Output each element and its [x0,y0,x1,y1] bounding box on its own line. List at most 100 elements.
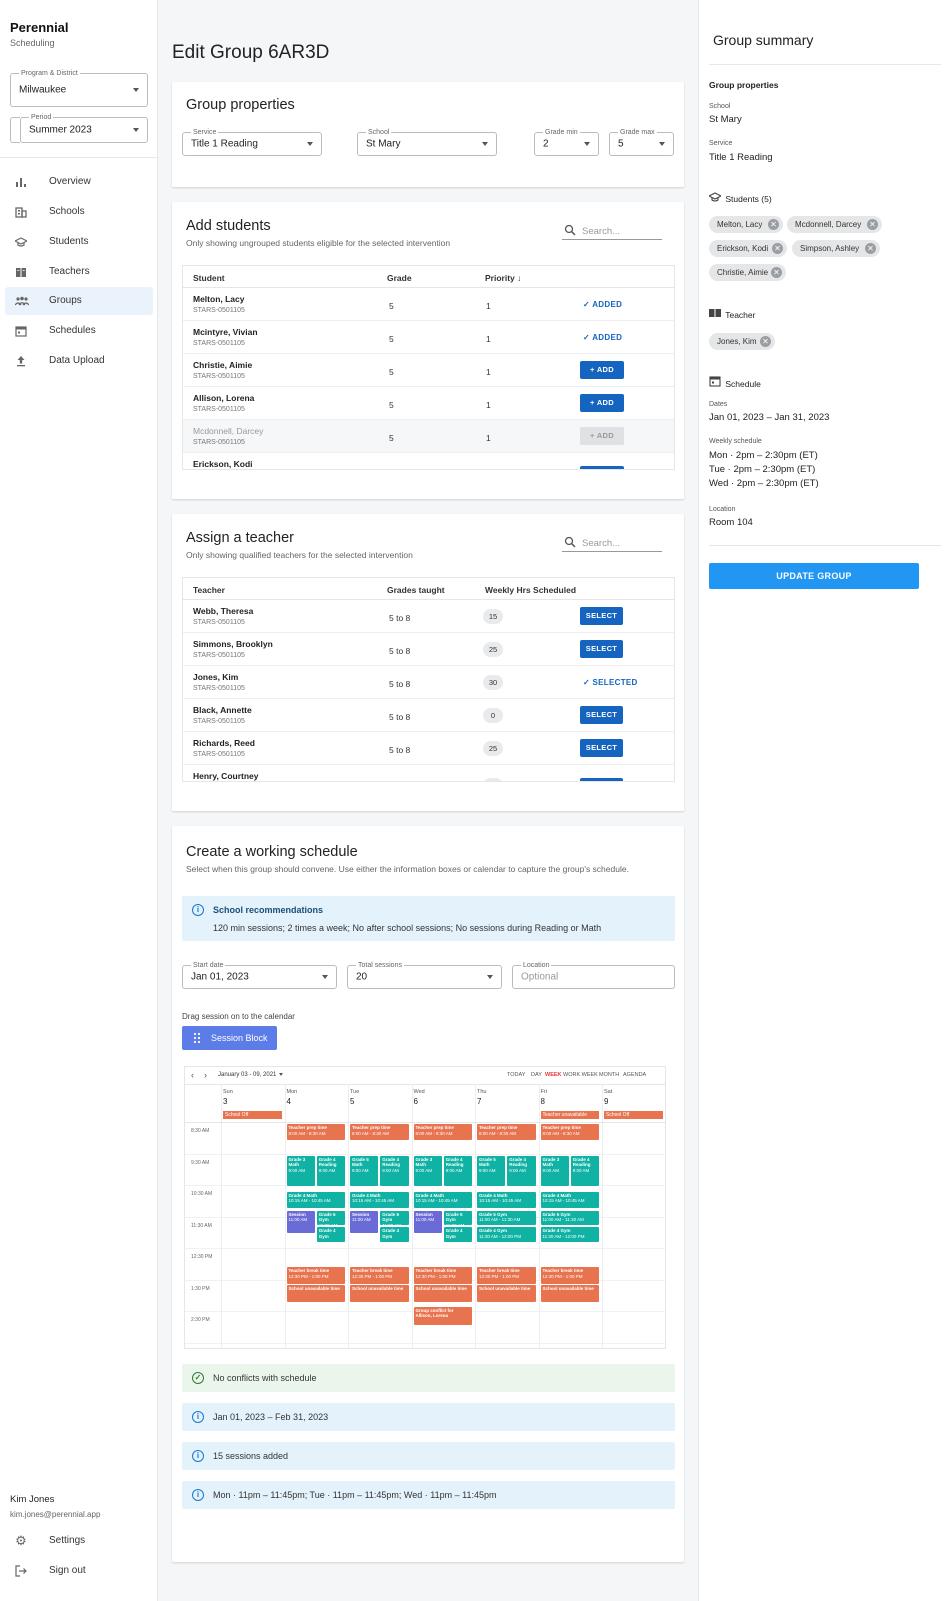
calendar-event[interactable]: Teacher prep time 8:00 AM - 8:30 AM [477,1124,536,1141]
calendar-event[interactable]: Grade 5 Gym 11:00 AM - 11:30 AM [540,1210,599,1226]
calendar-event[interactable]: Grade 5 Math 9:00 AM [477,1155,506,1186]
calendar-event[interactable]: Teacher prep time 8:00 AM - 8:30 AM [350,1124,409,1141]
calendar-event[interactable]: Grade 5 Gym 11:00 AM [380,1210,409,1226]
calendar-event[interactable]: Grade 4 Reading 9:00 AM [507,1155,536,1186]
all-day-event[interactable]: Teacher unavailable [540,1111,599,1119]
sidebar-item-teachers[interactable]: Teachers [5,258,153,286]
calendar-event[interactable]: Session 11:00 AM [350,1210,379,1234]
calendar-event[interactable]: Grade 4 Reading 9:00 AM [570,1155,599,1186]
day-number[interactable]: 7 [477,1097,481,1106]
column-header-priority[interactable]: Priority ↓ [485,273,521,283]
sidebar-item-students[interactable]: Students [5,228,153,256]
remove-chip-icon[interactable]: ✕ [867,219,878,230]
next-week-button[interactable]: › [204,1070,207,1080]
select-teacher-button[interactable]: SELECT [580,739,623,757]
add-student-button[interactable] [580,466,624,469]
view-week[interactable]: WEEK [545,1072,562,1078]
teacher-search-input[interactable]: Search... [562,534,662,552]
select-teacher-button[interactable] [580,778,623,781]
day-number[interactable]: 4 [287,1097,291,1106]
calendar-event[interactable]: School unavailable time [477,1285,536,1302]
calendar-event[interactable]: Teacher prep time 8:00 AM - 8:30 AM [413,1124,472,1141]
day-number[interactable]: 6 [414,1097,418,1106]
calendar-event[interactable]: School unavailable time [350,1285,409,1302]
sign-out-button[interactable]: Sign out [5,1557,153,1585]
program-district-select[interactable]: Program & District Milwaukee [10,69,148,107]
calendar-event[interactable]: Grade 4 Gym [380,1227,409,1242]
calendar-event[interactable]: Session 11:00 AM [286,1210,315,1234]
calendar-event[interactable]: Teacher break time 12:30 PM - 1:00 PM [286,1267,345,1284]
calendar-event[interactable]: Grade 3 Math 9:00 AM [413,1155,442,1186]
day-number[interactable]: 5 [350,1097,354,1106]
all-day-event[interactable]: School Off [223,1111,282,1119]
calendar-event[interactable]: Grade 4 Gym [443,1227,472,1242]
calendar-event[interactable]: Grade 5 Gym 11:00 AM [316,1210,345,1226]
sidebar-item-overview[interactable]: Overview [5,168,153,196]
calendar-event[interactable]: Teacher break time 12:30 PM - 1:00 PM [540,1267,599,1284]
calendar-event[interactable]: Teacher break time 12:30 PM - 1:00 PM [413,1267,472,1284]
period-select[interactable]: Period Summer 2023 [20,113,148,143]
calendar-event[interactable]: School unavailable time [286,1285,345,1302]
calendar-event[interactable]: School unavailable time [413,1285,472,1302]
total-sessions-select[interactable]: Total sessions 20 [347,961,502,989]
sidebar-item-schedules[interactable]: Schedules [5,317,153,345]
sidebar-item-schools[interactable]: Schools [5,198,153,226]
calendar-event[interactable]: Grade 4 Gym [316,1227,345,1242]
add-student-button[interactable]: + ADD [580,361,624,379]
session-block-draggable[interactable]: Session Block [182,1026,277,1050]
calendar-event[interactable]: School unavailable time [540,1285,599,1302]
service-select[interactable]: Service Title 1 Reading [182,128,322,156]
calendar-event[interactable]: Grade 4 Gym 11:30 AM - 12:00 PM [477,1227,536,1242]
calendar-event[interactable]: Grade 4 Math 10:15 AM - 10:45 AM [286,1191,345,1209]
date-range-label[interactable]: January 03 - 09, 2021 [218,1072,276,1078]
select-teacher-button[interactable]: SELECT [580,706,623,724]
calendar-event[interactable]: Grade 4 Reading 9:00 AM [443,1155,472,1186]
calendar-event[interactable]: Grade 4 Reading 9:00 AM [380,1155,409,1186]
calendar-event[interactable]: Teacher prep time 8:00 AM - 8:30 AM [286,1124,345,1141]
view-today[interactable]: TODAY [507,1072,525,1078]
calendar-event[interactable]: Grade 4 Gym 11:30 AM - 12:00 PM [540,1227,599,1242]
calendar-event[interactable]: Grade 5 Math 9:00 AM [350,1155,379,1186]
remove-chip-icon[interactable]: ✕ [772,243,783,254]
sidebar-item-groups[interactable]: Groups [5,287,153,315]
prev-week-button[interactable]: ‹ [191,1070,194,1080]
grade-max-select[interactable]: Grade max 5 [609,128,674,156]
remove-chip-icon[interactable]: ✕ [865,243,876,254]
calendar-event[interactable]: Grade 4 Math 10:15 AM - 10:45 AM [540,1191,599,1209]
calendar-event[interactable]: Grade 4 Math 10:15 AM - 10:45 AM [477,1191,536,1209]
settings-button[interactable]: ⚙ Settings [5,1527,153,1555]
school-select[interactable]: School St Mary [357,128,497,156]
remove-chip-icon[interactable]: ✕ [771,267,782,278]
start-date-select[interactable]: Start date Jan 01, 2023 [182,961,337,989]
calendar-event[interactable]: Group conflict for Allison, Lorena [413,1306,472,1325]
remove-chip-icon[interactable]: ✕ [768,219,779,230]
day-number[interactable]: 3 [223,1097,227,1106]
grade-min-select[interactable]: Grade min 2 [534,128,599,156]
all-day-event[interactable]: School Off [604,1111,663,1119]
add-student-button[interactable]: + ADD [580,394,624,412]
calendar-event[interactable]: Grade 3 Math 9:00 AM [286,1155,315,1186]
calendar-event[interactable]: Grade 4 Math 10:15 AM - 10:45 AM [413,1191,472,1209]
calendar-event[interactable]: Grade 5 Gym 11:00 AM - 11:30 AM [477,1210,536,1226]
view-work-week[interactable]: WORK WEEK [563,1072,598,1078]
location-input[interactable]: Location Optional [512,961,675,989]
calendar-event[interactable]: Teacher break time 12:30 PM - 1:00 PM [477,1267,536,1284]
sidebar-item-data-upload[interactable]: Data Upload [5,347,153,375]
select-teacher-button[interactable]: SELECT [580,607,623,625]
view-day[interactable]: DAY [531,1072,542,1078]
select-teacher-button[interactable]: SELECT [580,640,623,658]
day-number[interactable]: 8 [541,1097,545,1106]
student-search-input[interactable]: Search... [562,222,662,240]
calendar-event[interactable]: Session 11:00 AM [413,1210,442,1234]
calendar-event[interactable]: Teacher prep time 8:00 AM - 8:30 AM [540,1124,599,1141]
calendar-event[interactable]: Grade 3 Math 9:00 AM [540,1155,569,1186]
update-group-button[interactable]: UPDATE GROUP [709,563,919,589]
calendar-event[interactable]: Grade 4 Math 10:15 AM - 10:45 AM [350,1191,409,1209]
remove-chip-icon[interactable]: ✕ [760,336,771,347]
day-number[interactable]: 9 [604,1097,608,1106]
view-agenda[interactable]: AGENDA [623,1072,646,1078]
calendar-event[interactable]: Grade 5 Gym 11:00 AM [443,1210,472,1226]
calendar-event[interactable]: Teacher break time 12:30 PM - 1:00 PM [350,1267,409,1284]
view-month[interactable]: MONTH [599,1072,619,1078]
calendar-event[interactable]: Grade 4 Reading 9:00 AM [316,1155,345,1186]
